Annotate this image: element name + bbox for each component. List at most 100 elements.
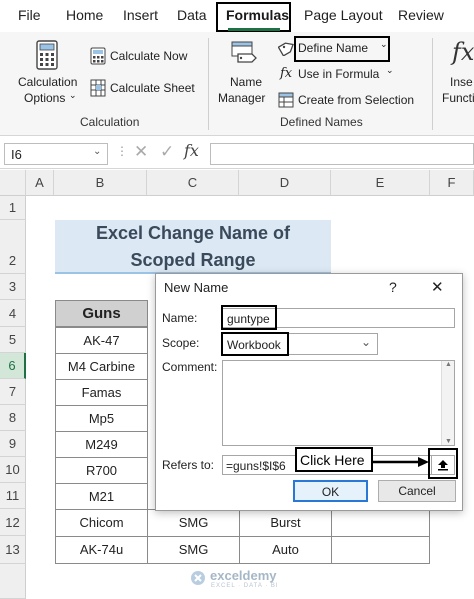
table-cell[interactable]: SMG: [147, 509, 240, 537]
use-in-formula-button[interactable]: fx Use in Formula ⌄: [276, 64, 406, 84]
table-cell[interactable]: Burst: [239, 509, 332, 537]
sheet-title-line-2: Scoped Range: [130, 250, 256, 270]
calc-options-label-1: Calculation: [18, 75, 78, 89]
insert-function-icon[interactable]: fx: [184, 141, 199, 160]
ok-button[interactable]: OK: [293, 480, 368, 502]
table-cell[interactable]: Mp5: [55, 405, 148, 432]
calculate-now-icon: [90, 47, 106, 65]
table-cell[interactable]: AK-74u: [55, 536, 148, 564]
exceldemy-logo-icon: [191, 571, 205, 585]
table-cell[interactable]: Famas: [55, 379, 148, 406]
row-header-4[interactable]: 4: [0, 300, 26, 327]
scroll-up-icon[interactable]: ▲: [445, 361, 452, 368]
name-field-label: Name:: [162, 311, 198, 325]
insert-function-button[interactable]: fx Inse Functi: [438, 38, 474, 108]
table-cell[interactable]: SMG: [147, 536, 240, 564]
tab-page-layout[interactable]: Page Layout: [304, 7, 383, 23]
table-cell[interactable]: M21: [55, 483, 148, 510]
table-cell[interactable]: AK-47: [55, 327, 148, 354]
table-cell[interactable]: [331, 536, 430, 564]
row-header-1[interactable]: 1: [0, 196, 26, 220]
column-header-f[interactable]: F: [430, 170, 474, 196]
scope-select-highlight: [221, 332, 289, 356]
help-icon[interactable]: ?: [389, 279, 397, 295]
insert-function-label-1: Inse: [450, 75, 473, 89]
calculate-sheet-icon: [90, 79, 106, 97]
row-header-3[interactable]: 3: [0, 274, 26, 300]
scroll-down-icon[interactable]: ▼: [445, 438, 452, 445]
select-all-corner[interactable]: [0, 170, 26, 196]
column-header-a[interactable]: A: [26, 170, 54, 196]
row-header-14: [0, 564, 26, 599]
comment-scrollbar[interactable]: ▲ ▼: [441, 361, 454, 445]
formula-input[interactable]: [210, 143, 474, 165]
calculate-now-button[interactable]: Calculate Now: [88, 46, 198, 66]
table-cell[interactable]: [331, 509, 430, 537]
refers-to-value: =guns!$I$6: [226, 459, 286, 473]
ribbon: Calculation Options ⌄ Calculate Now Calc…: [0, 32, 474, 136]
name-manager-icon: [231, 41, 257, 63]
cancel-icon[interactable]: ✕: [134, 142, 148, 162]
refers-to-label: Refers to:: [162, 458, 215, 472]
sheet-title: Excel Change Name of Scoped Range: [55, 220, 331, 274]
row-header-13[interactable]: 13: [0, 536, 26, 564]
active-tab-underline: [228, 28, 280, 31]
calculate-sheet-button[interactable]: Calculate Sheet: [88, 78, 200, 98]
tab-review[interactable]: Review: [398, 7, 444, 23]
name-manager-label-1: Name: [230, 75, 263, 89]
row-header-2[interactable]: 2: [0, 220, 26, 274]
row-header-12[interactable]: 12: [0, 509, 26, 536]
comment-field-label: Comment:: [162, 360, 218, 374]
new-name-dialog: New Name ? ✕ Name: guntype Scope: Workbo…: [155, 273, 463, 511]
insert-function-icon: fx: [452, 38, 474, 66]
comment-textarea[interactable]: ▲ ▼: [222, 360, 455, 446]
table-cell[interactable]: M4 Carbine: [55, 353, 148, 380]
tab-insert[interactable]: Insert: [123, 7, 158, 23]
watermark-tagline: EXCEL · DATA · BI: [211, 583, 279, 589]
enter-icon[interactable]: ✓: [160, 142, 174, 162]
table-cell[interactable]: Chicom: [55, 509, 148, 537]
column-header-b[interactable]: B: [54, 170, 147, 196]
calculate-sheet-label: Calculate Sheet: [110, 81, 195, 95]
row-header-9[interactable]: 9: [0, 431, 26, 457]
row-header-8[interactable]: 8: [0, 405, 26, 431]
table-cell[interactable]: R700: [55, 457, 148, 484]
ribbon-separator: [208, 38, 209, 130]
tab-data[interactable]: Data: [177, 7, 207, 23]
table-header-guns[interactable]: Guns: [55, 300, 148, 327]
calculation-options-button[interactable]: Calculation Options ⌄: [14, 38, 84, 108]
chevron-down-icon: ⌄: [93, 146, 102, 157]
calculate-now-label: Calculate Now: [110, 49, 188, 63]
define-name-highlight: [294, 36, 390, 62]
click-here-label: Click Here: [300, 452, 365, 468]
column-header-e[interactable]: E: [331, 170, 430, 196]
row-header-6[interactable]: 6: [0, 353, 26, 379]
dialog-title: New Name: [164, 280, 229, 295]
cancel-button[interactable]: Cancel: [378, 480, 456, 502]
row-header-7[interactable]: 7: [0, 379, 26, 405]
row-header-5[interactable]: 5: [0, 327, 26, 353]
chevron-down-icon: ⌄: [69, 90, 77, 100]
create-from-selection-button[interactable]: Create from Selection: [276, 90, 422, 110]
name-manager-button[interactable]: Name Manager: [214, 38, 274, 108]
function-icon: fx: [280, 66, 293, 81]
name-box[interactable]: I6 ⌄: [4, 143, 108, 165]
calc-options-label-2: Options: [24, 91, 66, 105]
chevron-down-icon: ⌄: [386, 65, 394, 75]
tab-home[interactable]: Home: [66, 7, 103, 23]
click-here-callout: Click Here: [295, 447, 373, 472]
column-header-c[interactable]: C: [147, 170, 239, 196]
tab-file[interactable]: File: [18, 7, 41, 23]
row-header-11[interactable]: 11: [0, 483, 26, 509]
collapse-button-highlight: [428, 448, 458, 479]
calculation-group-label: Calculation: [80, 115, 140, 129]
watermark-brand: exceldemy: [210, 568, 277, 583]
close-icon[interactable]: ✕: [431, 278, 444, 296]
table-cell[interactable]: M249: [55, 431, 148, 458]
use-in-formula-label: Use in Formula: [298, 67, 380, 81]
column-header-d[interactable]: D: [239, 170, 331, 196]
table-cell[interactable]: Auto: [239, 536, 332, 564]
row-header-10[interactable]: 10: [0, 457, 26, 483]
more-icon: ⋮: [116, 144, 128, 158]
ribbon-separator: [432, 38, 433, 130]
